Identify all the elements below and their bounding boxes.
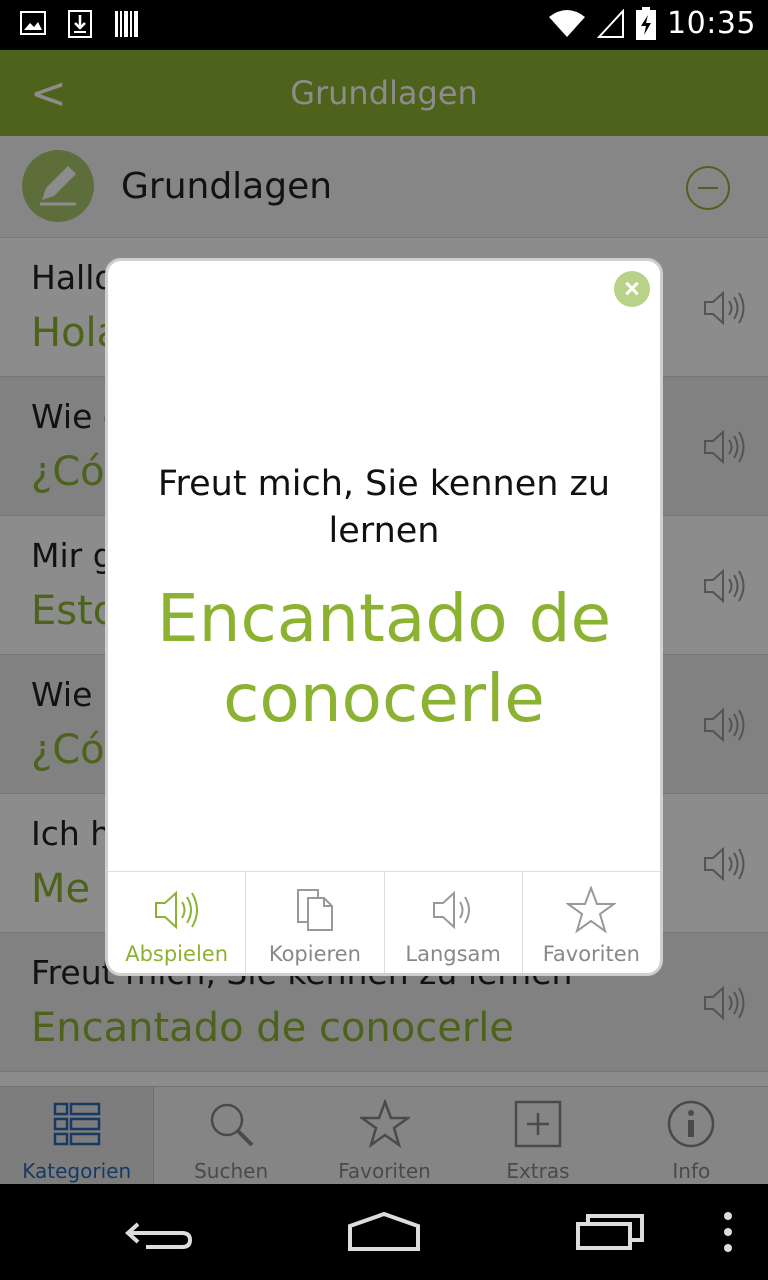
dialog-german-text: Freut mich, Sie kennen zu lernen xyxy=(157,464,611,551)
copy-button[interactable]: Kopieren xyxy=(246,872,385,973)
home-nav-icon[interactable] xyxy=(346,1202,422,1262)
barcode-icon xyxy=(115,11,138,37)
signal-icon xyxy=(597,8,625,38)
download-icon xyxy=(68,10,92,38)
back-nav-icon[interactable] xyxy=(124,1202,196,1262)
menu-dots-icon[interactable] xyxy=(720,1202,736,1262)
action-label: Kopieren xyxy=(268,942,361,966)
clock: 10:35 xyxy=(667,6,756,41)
dialog-spanish-text: Encantado de conocerle xyxy=(156,580,612,737)
action-label: Favoriten xyxy=(542,942,640,966)
battery-charging-icon xyxy=(636,6,657,40)
dialog-actions: Abspielen Kopieren Langsam Favoriten xyxy=(108,871,660,973)
speaker-icon xyxy=(154,890,198,930)
slow-play-button[interactable]: Langsam xyxy=(385,872,523,973)
play-button[interactable]: Abspielen xyxy=(108,872,247,973)
wifi-icon xyxy=(549,9,586,37)
app-screen: < Grundlagen Grundlagen Hallo Hola Wie g… xyxy=(0,50,768,1184)
phrase-dialog: Freut mich, Sie kennen zu lernen Encanta… xyxy=(105,258,663,976)
action-label: Abspielen xyxy=(125,942,229,966)
star-icon xyxy=(566,886,617,934)
status-bar: 10:35 xyxy=(0,0,768,50)
copy-icon xyxy=(296,889,333,931)
recents-nav-icon[interactable] xyxy=(574,1202,646,1262)
speaker-slow-icon xyxy=(433,890,471,930)
image-icon xyxy=(20,11,46,35)
action-label: Langsam xyxy=(405,942,501,966)
favorite-button[interactable]: Favoriten xyxy=(523,872,660,973)
navigation-bar xyxy=(0,1184,768,1280)
close-icon[interactable] xyxy=(614,271,650,307)
